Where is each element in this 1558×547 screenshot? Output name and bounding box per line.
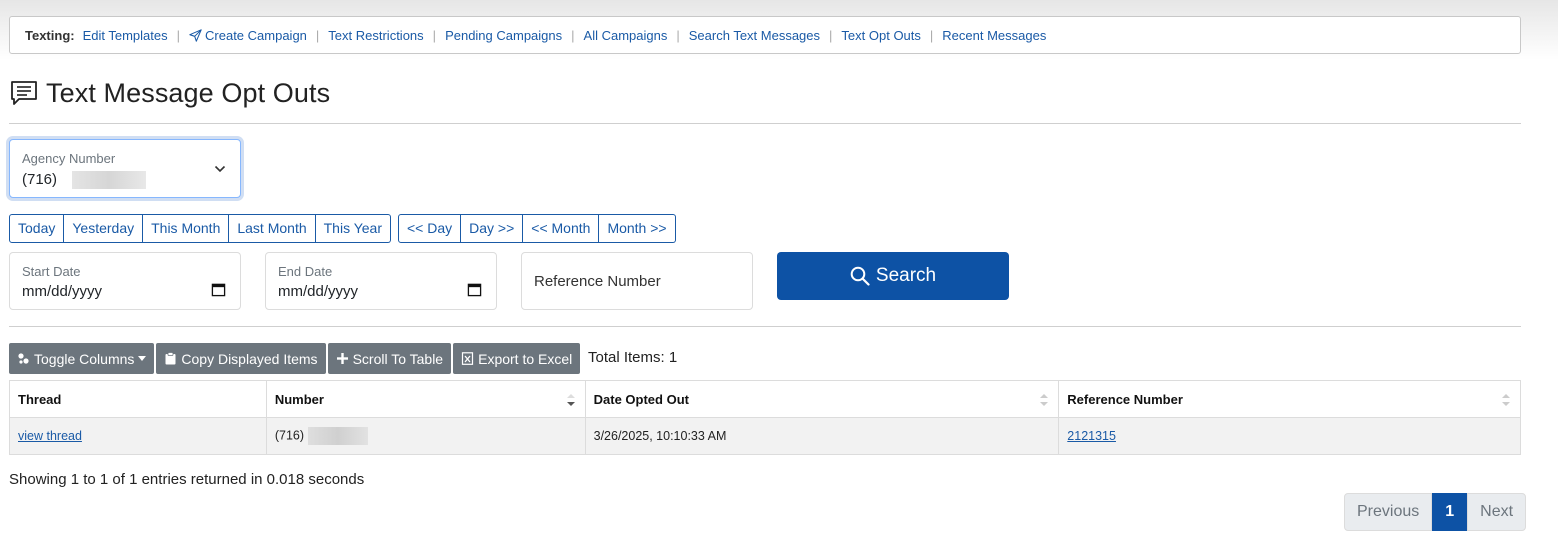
prev-day-button[interactable]: << Day [398, 214, 462, 243]
divider [9, 326, 1521, 327]
nav-search-text-messages[interactable]: Search Text Messages [689, 28, 820, 43]
column-header-thread[interactable]: Thread [9, 380, 267, 418]
yesterday-button[interactable]: Yesterday [64, 214, 144, 243]
nav-separator: | [176, 27, 181, 43]
start-date-value: mm/dd/yyyy [22, 283, 103, 300]
next-page-button[interactable]: Next [1467, 493, 1527, 531]
search-icon [850, 266, 870, 286]
this-month-button[interactable]: This Month [143, 214, 230, 243]
nav-all-campaigns[interactable]: All Campaigns [584, 28, 668, 43]
nav-separator: | [676, 27, 680, 43]
caret-down-icon [138, 356, 147, 361]
phone-number: (716) [274, 428, 305, 443]
nav-create-campaign[interactable]: Create Campaign [189, 28, 307, 43]
redacted-number [308, 427, 369, 445]
export-to-excel-label: Export to Excel [478, 350, 573, 367]
column-header-number[interactable]: Number [265, 380, 586, 418]
columns-icon [18, 353, 29, 364]
end-date-field[interactable]: End Date mm/dd/yyyy [265, 252, 497, 310]
nav-separator: | [315, 27, 320, 43]
end-date-value: mm/dd/yyyy [278, 283, 359, 300]
column-header-label: Reference Number [1067, 391, 1183, 407]
chat-icon [11, 81, 37, 105]
opt-outs-table: Thread Number Date Opted Out Reference N… [9, 380, 1521, 455]
nav-recent-messages[interactable]: Recent Messages [942, 28, 1046, 43]
quick-date-group: Today Yesterday This Month Last Month Th… [9, 214, 391, 243]
this-year-button[interactable]: This Year [315, 214, 391, 243]
plus-icon [336, 353, 348, 364]
copy-displayed-items-button[interactable]: Copy Displayed Items [156, 343, 326, 374]
toggle-columns-label: Toggle Columns [34, 350, 135, 367]
scroll-to-table-button[interactable]: Scroll To Table [327, 343, 452, 374]
reference-number-placeholder: Reference Number [534, 273, 661, 290]
export-to-excel-button[interactable]: Export to Excel [453, 343, 581, 374]
toggle-columns-button[interactable]: Toggle Columns [9, 343, 155, 374]
table-row: view thread (716) 3/26/2025, 10:10:33 AM… [9, 417, 1521, 455]
nav-separator: | [432, 27, 437, 43]
clipboard-icon [165, 352, 176, 365]
send-icon [189, 28, 202, 42]
nav-edit-templates[interactable]: Edit Templates [83, 28, 168, 43]
start-date-field[interactable]: Start Date mm/dd/yyyy [9, 252, 241, 310]
chevron-down-icon [214, 165, 226, 173]
end-date-label: End Date [278, 264, 333, 279]
sort-icon [1502, 394, 1510, 406]
previous-page-button[interactable]: Previous [1344, 493, 1433, 531]
divider [9, 123, 1521, 124]
page-title: Text Message Opt Outs [46, 77, 331, 108]
scroll-to-table-label: Scroll To Table [352, 350, 444, 367]
nav-text-restrictions[interactable]: Text Restrictions [328, 28, 423, 43]
nav-separator: | [829, 27, 833, 43]
agency-number-value: (716) [22, 171, 58, 188]
today-button[interactable]: Today [9, 214, 65, 243]
nav-separator: | [571, 27, 575, 43]
reference-number-link[interactable]: 2121315 [1067, 429, 1116, 443]
search-button[interactable]: Search [777, 252, 1009, 300]
nav-create-campaign-label: Create Campaign [205, 27, 307, 43]
column-header-label: Thread [18, 391, 62, 407]
column-header-date-opted-out[interactable]: Date Opted Out [584, 380, 1060, 418]
nav-text-opt-outs[interactable]: Text Opt Outs [841, 28, 920, 43]
sort-desc-icon [566, 394, 575, 406]
copy-displayed-items-label: Copy Displayed Items [181, 350, 318, 367]
table-toolbar: Toggle Columns Copy Displayed Items Scro… [9, 343, 582, 374]
table-header-row: Thread Number Date Opted Out Reference N… [9, 380, 1521, 418]
page-header: Text Message Opt Outs [9, 76, 330, 110]
sort-icon [1040, 394, 1049, 406]
calendar-icon[interactable] [467, 282, 482, 297]
date-nav-group: << Day Day >> << Month Month >> [398, 214, 676, 243]
next-day-button[interactable]: Day >> [461, 214, 524, 243]
column-header-label: Number [274, 391, 324, 407]
cell-reference-number: 2121315 [1058, 417, 1521, 455]
nav-label: Texting: [25, 27, 75, 43]
excel-icon [462, 352, 474, 365]
pagination: Previous 1 Next [1344, 493, 1527, 531]
entries-summary: Showing 1 to 1 of 1 entries returned in … [9, 471, 365, 488]
last-month-button[interactable]: Last Month [229, 214, 316, 243]
next-month-button[interactable]: Month >> [599, 214, 676, 243]
view-thread-link[interactable]: view thread [18, 429, 82, 443]
agency-number-label: Agency Number [22, 151, 116, 166]
texting-nav: Texting: Edit Templates | Create Campaig… [9, 16, 1521, 54]
cell-thread: view thread [9, 417, 267, 455]
cell-number: (716) [265, 417, 586, 455]
prev-month-button[interactable]: << Month [523, 214, 600, 243]
start-date-label: Start Date [22, 264, 81, 279]
column-header-label: Date Opted Out [593, 391, 689, 407]
redacted-number [72, 171, 146, 189]
total-items: Total Items: 1 [588, 349, 678, 366]
page-1-button[interactable]: 1 [1432, 493, 1468, 531]
reference-number-input[interactable]: Reference Number [521, 252, 753, 310]
nav-pending-campaigns[interactable]: Pending Campaigns [445, 28, 562, 43]
search-button-label: Search [875, 265, 937, 286]
calendar-icon[interactable] [211, 282, 226, 297]
column-header-reference-number[interactable]: Reference Number [1058, 380, 1521, 418]
agency-number-select[interactable]: Agency Number (716) [9, 139, 241, 198]
cell-date-opted-out: 3/26/2025, 10:10:33 AM [584, 417, 1060, 455]
nav-separator: | [929, 27, 934, 43]
